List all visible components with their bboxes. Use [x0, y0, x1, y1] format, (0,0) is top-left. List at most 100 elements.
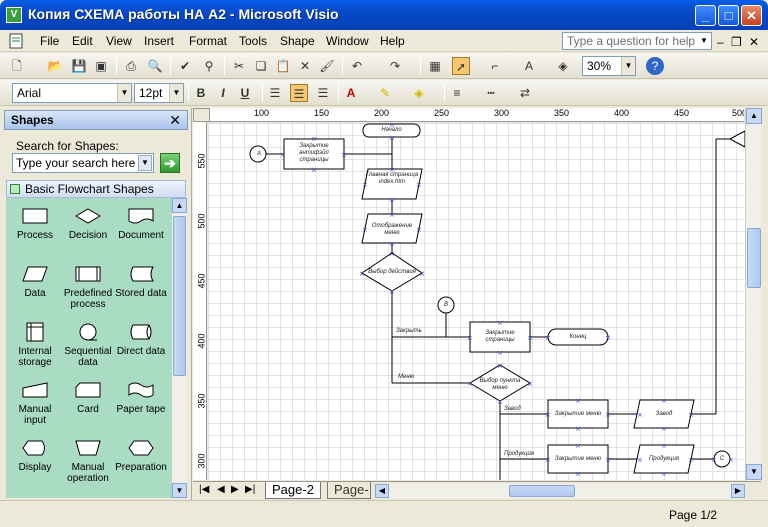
document-icon[interactable] — [8, 33, 24, 49]
chevron-down-icon[interactable]: ▼ — [169, 84, 183, 102]
doc-minimize-button[interactable]: ‒ — [717, 35, 724, 49]
close-button[interactable]: ✕ — [741, 5, 762, 26]
redo-icon[interactable]: ↷ — [386, 57, 404, 75]
scroll-thumb[interactable] — [747, 228, 761, 288]
shape-sequential-data[interactable]: Sequential data — [61, 322, 115, 368]
menu-window[interactable]: Window — [326, 34, 369, 48]
menu-format[interactable]: Format — [189, 34, 227, 48]
prev-page-icon[interactable]: ◀ — [217, 484, 225, 495]
visio-app-icon[interactable]: V — [6, 7, 22, 23]
paste-icon[interactable]: 📋 — [274, 57, 292, 75]
search-shapes-input[interactable]: Type your search here ▼ — [12, 153, 154, 173]
open-icon[interactable]: 📂 — [46, 57, 64, 75]
drawing-canvas[interactable]: × × × × × × × × × × × × × × × × × × × × × × × × × × × × × × × ×… — [208, 123, 745, 480]
shape-decision[interactable]: Decision — [61, 206, 115, 241]
connector-tool-icon[interactable]: ⌐ — [486, 57, 504, 75]
shape-card[interactable]: Card — [61, 380, 115, 415]
bold-button[interactable]: B — [192, 84, 210, 102]
print-icon[interactable]: ⎙ — [122, 57, 140, 75]
shape-data[interactable]: Data — [8, 264, 62, 299]
menu-edit[interactable]: Edit — [72, 34, 93, 48]
new-icon[interactable]: 🗋 — [8, 57, 26, 75]
spelling-icon[interactable]: ✔ — [176, 57, 194, 75]
shape-internal-storage[interactable]: Internal storage — [8, 322, 62, 368]
doc-restore-button[interactable]: ❐ — [731, 35, 742, 49]
shape-predefined-process[interactable]: Predefined process — [61, 264, 115, 310]
canvas-horizontal-scrollbar[interactable]: ◀ ▶ — [375, 484, 745, 498]
tab-page-1[interactable]: Page-1 — [327, 482, 371, 499]
svg-text:×: × — [497, 398, 503, 406]
copy-icon[interactable]: ❏ — [252, 57, 270, 75]
save-icon[interactable]: 💾 — [70, 57, 88, 75]
shape-paper-tape[interactable]: Paper tape — [114, 380, 168, 415]
stencil-title[interactable]: Basic Flowchart Shapes — [6, 180, 186, 198]
shape-display[interactable]: Display — [8, 438, 62, 473]
line-color-icon[interactable]: ✎ — [376, 84, 394, 102]
help-icon[interactable]: ? — [646, 57, 664, 75]
italic-button[interactable]: I — [214, 84, 232, 102]
scroll-right-icon[interactable]: ▶ — [731, 484, 745, 498]
menu-shape[interactable]: Shape — [280, 34, 315, 48]
cut-icon[interactable]: ✂ — [230, 57, 248, 75]
undo-icon[interactable]: ↶ — [348, 57, 366, 75]
menu-help[interactable]: Help — [380, 34, 405, 48]
research-icon[interactable]: ⚲ — [200, 57, 218, 75]
chevron-down-icon[interactable]: ▼ — [697, 33, 711, 49]
delete-icon[interactable]: ✕ — [296, 57, 314, 75]
chevron-down-icon[interactable]: ▼ — [117, 84, 131, 102]
next-page-icon[interactable]: ▶ — [231, 484, 239, 495]
scroll-up-icon[interactable]: ▲ — [746, 108, 762, 124]
align-center-icon[interactable]: ☰ — [290, 84, 308, 102]
canvas-vertical-scrollbar[interactable]: ▲ ▼ — [745, 108, 762, 481]
menu-view[interactable]: View — [106, 34, 132, 48]
menu-file[interactable]: File — [40, 34, 59, 48]
last-page-icon[interactable]: ▶| — [245, 484, 255, 495]
help-search-input[interactable]: Type a question for help ▼ — [562, 32, 712, 50]
line-weight-icon[interactable]: ≡ — [448, 84, 466, 102]
tab-page-2[interactable]: Page-2 — [265, 482, 321, 499]
shape-document[interactable]: Document — [114, 206, 168, 241]
shape-stored-data[interactable]: Stored data — [114, 264, 168, 299]
scroll-left-icon[interactable]: ◀ — [375, 484, 389, 498]
minimize-button[interactable]: _ — [695, 5, 716, 26]
shapes-scrollbar[interactable]: ▲ ▼ — [172, 198, 187, 498]
font-color-icon[interactable]: A — [342, 84, 360, 102]
underline-button[interactable]: U — [236, 84, 254, 102]
print-preview-icon[interactable]: 🔍 — [146, 57, 164, 75]
text-tool-icon[interactable]: A — [520, 57, 538, 75]
shape-preparation[interactable]: Preparation — [114, 438, 168, 473]
line-pattern-icon[interactable]: ┅ — [482, 84, 500, 102]
menu-tools[interactable]: Tools — [239, 34, 267, 48]
fill-color-icon[interactable]: ◈ — [410, 84, 428, 102]
shape-direct-data[interactable]: Direct data — [114, 322, 168, 357]
permission-icon[interactable]: ▣ — [92, 57, 110, 75]
align-left-icon[interactable]: ☰ — [266, 84, 284, 102]
off-page-connector[interactable] — [728, 130, 745, 148]
zoom-value: 30% — [587, 59, 612, 73]
first-page-icon[interactable]: |◀ — [199, 484, 209, 495]
scroll-down-icon[interactable]: ▼ — [746, 464, 762, 480]
search-go-button[interactable]: ➔ — [160, 153, 180, 173]
line-ends-icon[interactable]: ⇄ — [516, 84, 534, 102]
close-icon[interactable]: ✕ — [169, 112, 181, 129]
shape-manual-input[interactable]: Manual input — [8, 380, 62, 426]
font-size-select[interactable]: 12pt ▼ — [134, 83, 184, 103]
scroll-down-icon[interactable]: ▼ — [172, 483, 187, 498]
align-right-icon[interactable]: ☰ — [314, 84, 332, 102]
chevron-down-icon[interactable]: ▼ — [621, 57, 635, 75]
chevron-down-icon[interactable]: ▼ — [138, 155, 152, 171]
shapes-window-icon[interactable]: ▦ — [426, 57, 444, 75]
scroll-thumb[interactable] — [509, 485, 575, 497]
shape-process[interactable]: Process — [8, 206, 62, 241]
zoom-select[interactable]: 30% ▼ — [582, 56, 636, 76]
font-select[interactable]: Arial ▼ — [12, 83, 132, 103]
scroll-up-icon[interactable]: ▲ — [172, 198, 187, 213]
format-painter-icon[interactable]: 🖌 — [318, 57, 336, 75]
stamp-icon[interactable]: ◈ — [554, 57, 572, 75]
doc-close-button[interactable]: ✕ — [749, 35, 759, 49]
maximize-button[interactable]: □ — [718, 5, 739, 26]
pointer-tool-icon[interactable]: ➚ — [452, 57, 470, 75]
scroll-thumb[interactable] — [173, 216, 186, 376]
shape-manual-operation[interactable]: Manual operation — [61, 438, 115, 484]
menu-insert[interactable]: Insert — [144, 34, 174, 48]
